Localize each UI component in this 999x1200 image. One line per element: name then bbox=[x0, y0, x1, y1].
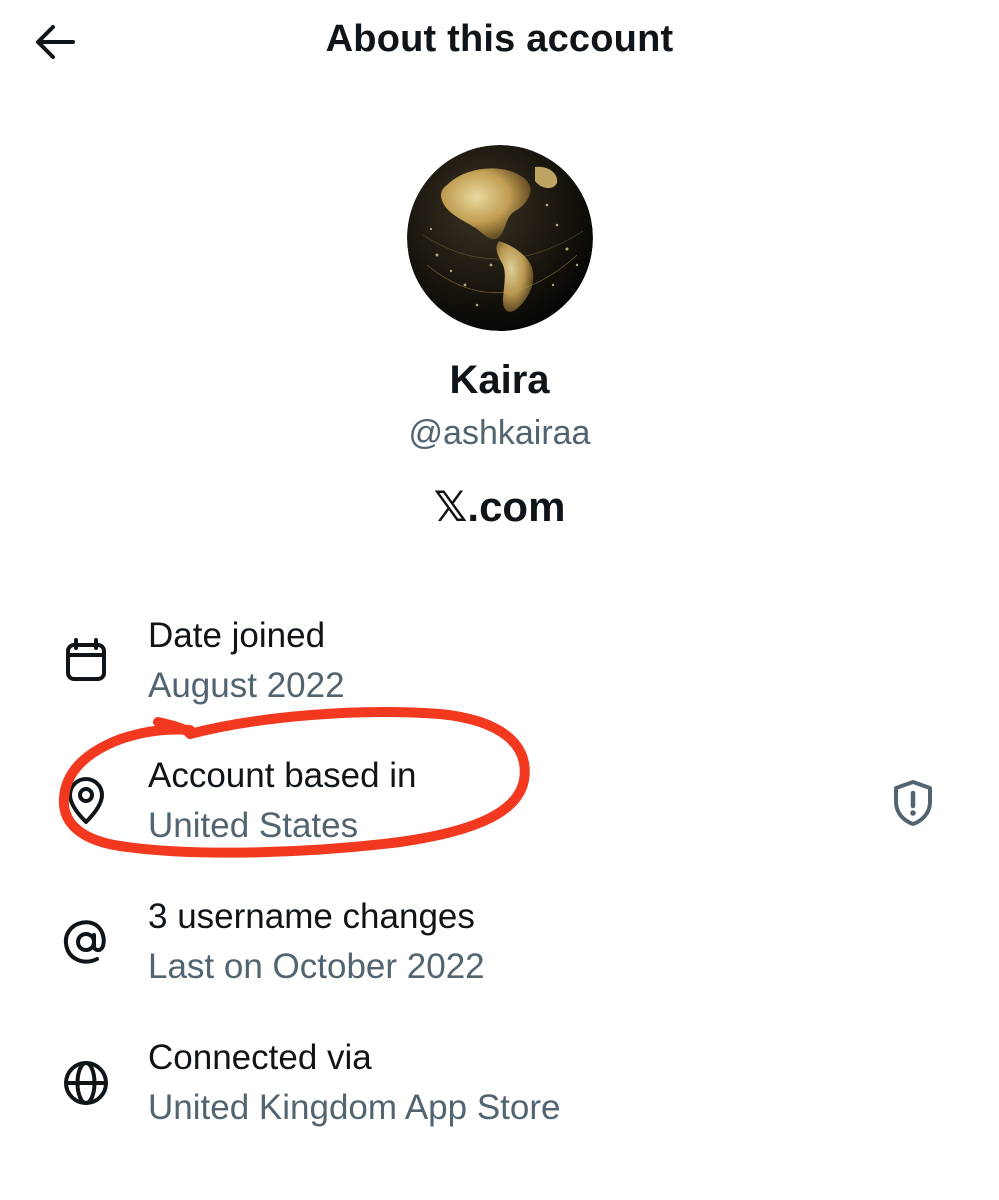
username-changes-value: Last on October 2022 bbox=[148, 947, 485, 986]
connected-via-value: United Kingdom App Store bbox=[148, 1088, 561, 1127]
username-changes-title: 3 username changes bbox=[148, 897, 475, 936]
calendar-icon bbox=[58, 632, 114, 688]
date-joined-value: August 2022 bbox=[148, 666, 345, 705]
display-name: Kaira bbox=[449, 358, 550, 402]
shield-alert-icon[interactable] bbox=[886, 776, 940, 830]
at-sign-icon bbox=[58, 914, 114, 970]
avatar[interactable] bbox=[407, 145, 593, 331]
username-handle: @ashkairaa bbox=[408, 414, 591, 452]
page-title: About this account bbox=[325, 18, 674, 60]
domain-label: 𝕏.com bbox=[433, 483, 566, 530]
globe-icon bbox=[58, 1055, 114, 1111]
location-pin-icon bbox=[58, 772, 114, 828]
date-joined-title: Date joined bbox=[148, 616, 326, 655]
account-based-in-title: Account based in bbox=[148, 756, 417, 795]
connected-via-title: Connected via bbox=[148, 1038, 372, 1077]
account-based-in-value: United States bbox=[148, 806, 359, 845]
